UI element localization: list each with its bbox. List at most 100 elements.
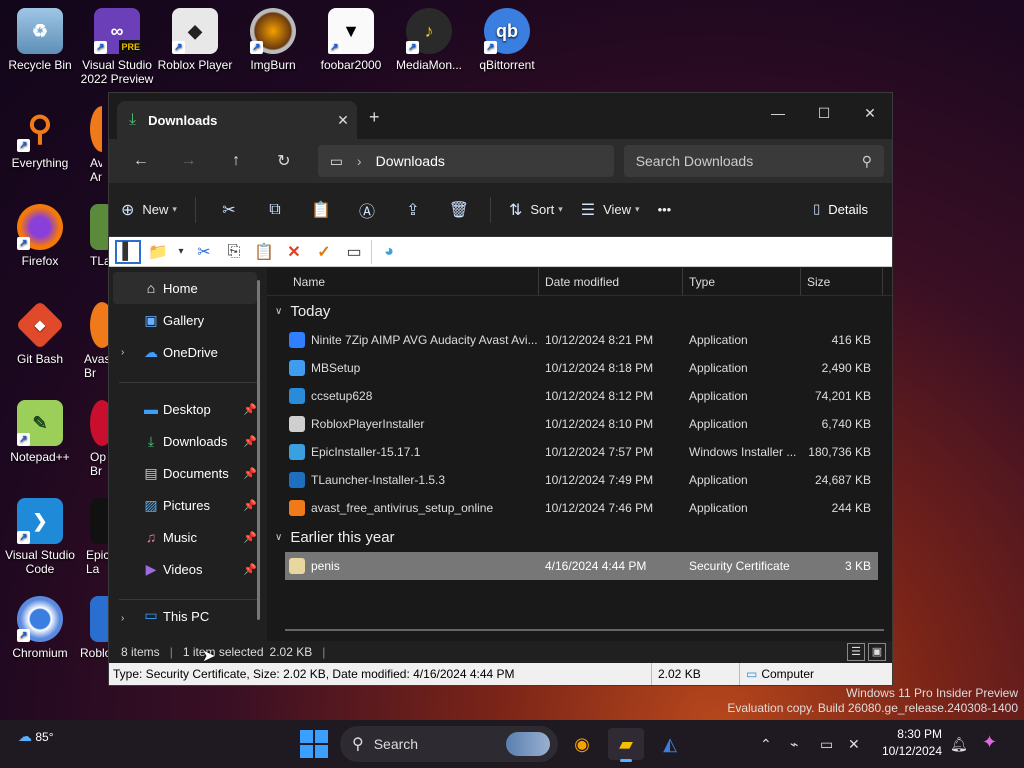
file-type-cell: Application [689,417,748,431]
computer-icon: ▭ [746,667,758,681]
file-row[interactable]: MBSetup 10/12/2024 8:18 PM Application 2,49… [285,354,878,382]
taskbar-app-installer[interactable]: ◭ [652,728,688,760]
file-type-cell: Application [689,361,748,375]
horizontal-scrollbar[interactable] [285,629,884,631]
details-view-icon[interactable]: ☰ [847,643,865,661]
scissors-icon: ✂ [222,201,236,219]
weather-widget[interactable]: ☁ 85° [18,728,54,745]
navigation-pane: ⌂ Home ▣ Gallery › ☁ OneDrive ▬ Desktop … [109,268,267,641]
details-pane-button[interactable]: ▯ Details [813,201,868,217]
desktop-icon-recycle-bin[interactable]: ♻ Recycle Bin [0,8,80,72]
tray-overflow-icon[interactable]: ⌃ [760,736,772,753]
file-row[interactable]: ccsetup628 10/12/2024 8:12 PM Application 7… [285,382,878,410]
up-button[interactable]: ↑ [212,152,260,170]
rename-button[interactable]: Ⓐ [352,198,382,222]
search-highlight-icon [506,732,550,756]
folder-options-icon[interactable]: 📁 [145,240,171,264]
expand-chevron-icon[interactable]: › [121,613,124,624]
delete-button[interactable]: 🗑 [444,200,474,220]
forward-button[interactable]: → [165,152,213,170]
column-size[interactable]: Size [801,268,883,295]
file-row[interactable]: penis 4/16/2024 4:44 PM Security Certifica… [285,552,878,580]
copy-button[interactable]: ⧉ [260,201,290,219]
desktop-icon-visual-studio[interactable]: ∞ ↗ PRE Visual Studio 2022 Preview [77,8,157,86]
desktop-icon-roblox[interactable]: ◆ ↗ Roblox Player [155,8,235,72]
display-icon[interactable]: ▭ [820,736,833,753]
desktop-icon-foobar[interactable]: ▼ ↗ foobar2000 [311,8,391,72]
desktop-icon-opera-partial[interactable]: Op Br [62,400,108,478]
clock[interactable]: 8:30 PM 10/12/2024 [876,726,942,760]
paste-icon[interactable]: 📋 [251,240,277,264]
taskbar-search[interactable]: ⚲ Search [340,726,558,762]
sort-button[interactable]: ⇅ Sort ▾ [509,200,563,220]
nav-item-music[interactable]: ♫ Music 📌 [109,521,267,553]
start-button[interactable] [300,730,328,758]
group-header-today[interactable]: ∨ Today [267,296,892,326]
copilot-icon[interactable]: ✦ [982,732,997,753]
column-date-modified[interactable]: Date modified [539,268,683,295]
file-row[interactable]: TLauncher-Installer-1.5.3 10/12/2024 7:49… [285,466,878,494]
refresh-button[interactable]: ↻ [260,151,308,171]
desktop-icon-avast-browser-partial[interactable]: Avas Br [62,302,108,380]
delete-x-icon[interactable]: ✕ [281,240,307,264]
taskbar-app-browser[interactable]: ◉ [564,728,600,760]
nav-item-pictures[interactable]: ▨ Pictures 📌 [109,489,267,521]
vscode-icon: ❯ ↗ [17,498,63,544]
file-type-cell: Application [689,333,748,347]
desktop-icon-epic-partial[interactable]: Epic La [62,498,108,576]
desktop-icon-qbittorrent[interactable]: qb ↗ qBittorrent [467,8,547,72]
tab-downloads[interactable]: ⤓ Downloads ✕ [117,101,357,139]
nav-item-desktop[interactable]: ▬ Desktop 📌 [109,393,267,425]
column-name[interactable]: Name [267,268,539,295]
nav-item-gallery[interactable]: ▣ Gallery [109,304,267,336]
file-row[interactable]: avast_free_antivirus_setup_online 10/12/2… [285,494,878,522]
share-button[interactable]: ⇪ [398,200,428,220]
nav-item-videos[interactable]: ▶ Videos 📌 [109,553,267,585]
navigation-pane-toggle-icon[interactable]: ▌ [115,239,141,264]
back-button[interactable]: ← [117,152,165,170]
desktop-icon-avast-partial[interactable]: Ava An [62,106,102,184]
file-type-cell: Application [689,501,748,515]
cut-icon[interactable]: ✂ [191,240,217,264]
desktop-icon-tlauncher-partial[interactable]: TLa [62,204,108,268]
nav-item-documents[interactable]: ▤ Documents 📌 [109,457,267,489]
cut-button[interactable]: ✂ [214,200,244,220]
copy-icon[interactable]: ⎘ [221,240,247,264]
tiles-view-icon[interactable]: ▣ [868,643,886,661]
checkmark-icon[interactable]: ✓ [311,240,337,264]
close-tab-icon[interactable]: ✕ [329,112,357,129]
desktop-icon-roblox-studio-partial[interactable]: Roblo [62,596,108,660]
file-row[interactable]: RobloxPlayerInstaller 10/12/2024 8:10 PM A… [285,410,878,438]
address-bar[interactable]: ▭ › Downloads [317,145,614,177]
properties-icon[interactable]: ▭ [341,240,367,264]
nav-scrollbar[interactable] [257,280,260,620]
maximize-button[interactable]: ☐ [801,99,847,127]
more-options-button[interactable]: ••• [658,202,672,217]
paste-button[interactable]: 📋 [306,200,336,220]
expand-chevron-icon[interactable]: › [121,347,124,358]
column-type[interactable]: Type [683,268,801,295]
globe-icon[interactable]: ◕ [376,240,402,264]
volume-muted-icon[interactable]: ✕ [848,736,860,753]
nav-item-downloads[interactable]: ⤓ Downloads 📌 [109,425,267,457]
dropdown-arrow-icon[interactable]: ▾ [175,240,187,264]
group-header-earlier[interactable]: ∨ Earlier this year [267,522,892,552]
minimize-button[interactable]: — [755,99,801,127]
desktop-icon-mediamonkey[interactable]: ♪ ↗ MediaMon... [389,8,469,72]
notification-bell-icon[interactable]: 🔔︎ [950,736,968,753]
clipboard-icon: 📋 [310,201,331,219]
nav-item-this-pc[interactable]: › ▭ This PC [109,610,267,624]
file-row[interactable]: Ninite 7Zip AIMP AVG Audacity Avast Avi.… [285,326,878,354]
search-box[interactable]: Search Downloads ⚲ [623,145,885,177]
file-row[interactable]: EpicInstaller-15.17.1 10/12/2024 7:57 PM W… [285,438,878,466]
close-window-button[interactable]: ✕ [847,99,893,127]
file-type-cell: Application [689,473,748,487]
view-button[interactable]: ☰ View ▾ [581,200,640,220]
nav-item-home[interactable]: ⌂ Home [113,272,257,304]
new-button[interactable]: ⊕ New ▾ [121,200,177,220]
taskbar-app-file-explorer[interactable]: ▰ [608,728,644,762]
desktop-icon-imgburn[interactable]: ↗ ImgBurn [233,8,313,72]
new-tab-button[interactable]: + [369,107,380,128]
nav-item-onedrive[interactable]: › ☁ OneDrive [109,336,267,368]
network-icon[interactable]: ⌁ [790,736,798,753]
